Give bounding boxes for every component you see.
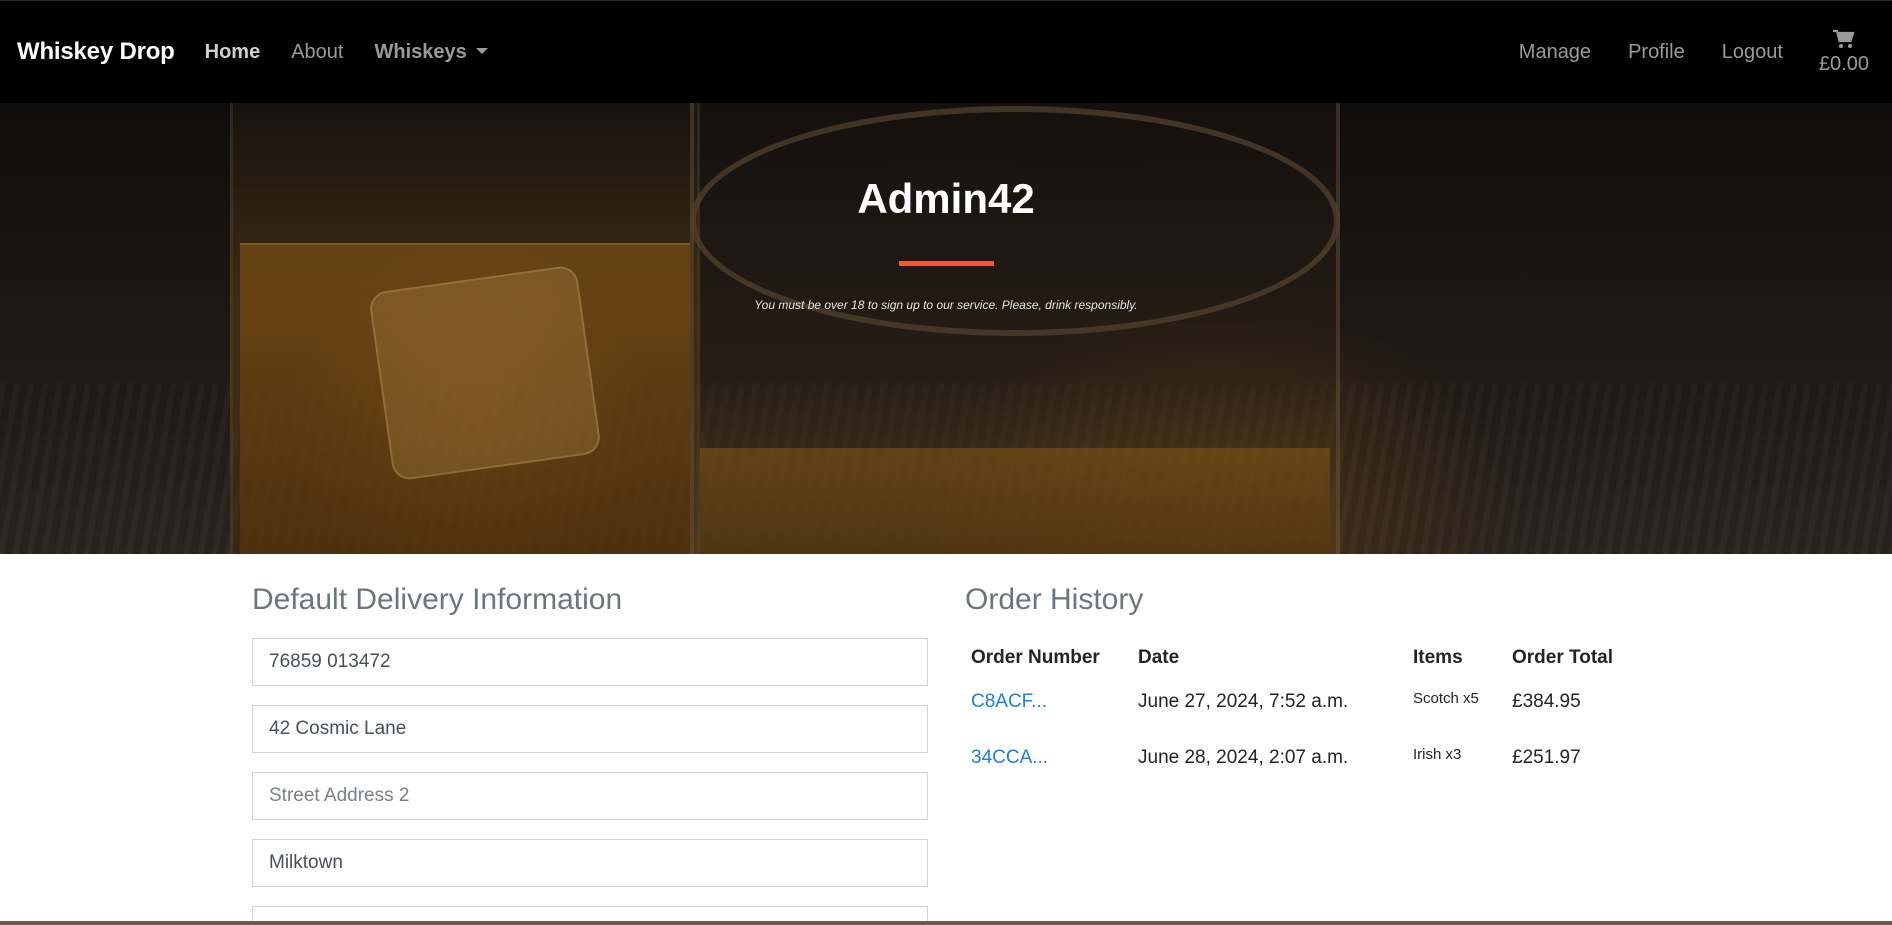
bottom-edge: [0, 921, 1892, 925]
whiskeys-label: Whiskeys: [374, 40, 467, 63]
brand-logo[interactable]: Whiskey Drop: [17, 38, 175, 66]
order-number-cell: C8ACF...: [965, 677, 1132, 733]
delivery-info-title: Default Delivery Information: [252, 583, 623, 616]
nav-about-link[interactable]: About: [291, 41, 343, 64]
cart-total: £0.00: [1818, 52, 1869, 75]
header-date: Date: [1138, 646, 1180, 668]
title-divider: [899, 261, 994, 266]
table-row: 34CCA... June 28, 2024, 2:07 a.m. Irish …: [965, 733, 1656, 789]
nav-right: Manage Profile Logout £0.00: [1482, 1, 1875, 103]
order-history-table: Order Number Date Items Order Total C8AC…: [965, 638, 1656, 789]
hero-overlay: [0, 103, 1892, 554]
nav-home-link[interactable]: Home: [205, 41, 261, 64]
header-items: Items: [1413, 646, 1463, 668]
cart-button[interactable]: £0.00: [1819, 29, 1869, 76]
nav-left: Whiskey Drop Home About Whiskeys: [17, 38, 519, 66]
nav-manage-link[interactable]: Manage: [1519, 41, 1591, 64]
order-total-cell: £251.97: [1512, 747, 1581, 768]
order-items-cell: Irish x3: [1413, 746, 1462, 763]
nav-whiskeys-dropdown[interactable]: Whiskeys: [374, 40, 488, 64]
hero-banner: Admin42 You must be over 18 to sign up t…: [0, 103, 1892, 554]
street-address-2-field[interactable]: [252, 772, 928, 820]
page-title: Admin42: [857, 175, 1035, 222]
nav-profile-link[interactable]: Profile: [1628, 41, 1685, 64]
order-number-link[interactable]: 34CCA...: [971, 747, 1048, 768]
nav-logout-link[interactable]: Logout: [1722, 41, 1783, 64]
street-address-1-field[interactable]: [252, 705, 928, 753]
table-row: C8ACF... June 27, 2024, 7:52 a.m. Scotch…: [965, 677, 1656, 733]
navbar: Whiskey Drop Home About Whiskeys Manage …: [0, 0, 1892, 103]
order-number-cell: 34CCA...: [965, 733, 1132, 789]
header-order-total: Order Total: [1512, 646, 1613, 668]
table-header-row: Order Number Date Items Order Total: [965, 638, 1656, 677]
order-date-cell: June 27, 2024, 7:52 a.m.: [1138, 691, 1349, 712]
caret-down-icon: [475, 47, 488, 54]
order-history-section: Order History Order Number Date Items Or…: [965, 583, 1665, 789]
order-total-cell: £384.95: [1512, 691, 1581, 712]
phone-number-field[interactable]: [252, 638, 928, 686]
header-order-number: Order Number: [971, 646, 1100, 668]
delivery-info-section: Default Delivery Information: [252, 583, 928, 925]
town-city-field[interactable]: [252, 839, 928, 887]
order-history-title: Order History: [965, 583, 1144, 616]
order-items-cell: Scotch x5: [1413, 690, 1479, 707]
order-number-link[interactable]: C8ACF...: [971, 691, 1047, 712]
age-notice: You must be over 18 to sign up to our se…: [754, 298, 1138, 312]
order-date-cell: June 28, 2024, 2:07 a.m.: [1138, 747, 1349, 768]
shopping-cart-icon: [1832, 29, 1855, 48]
